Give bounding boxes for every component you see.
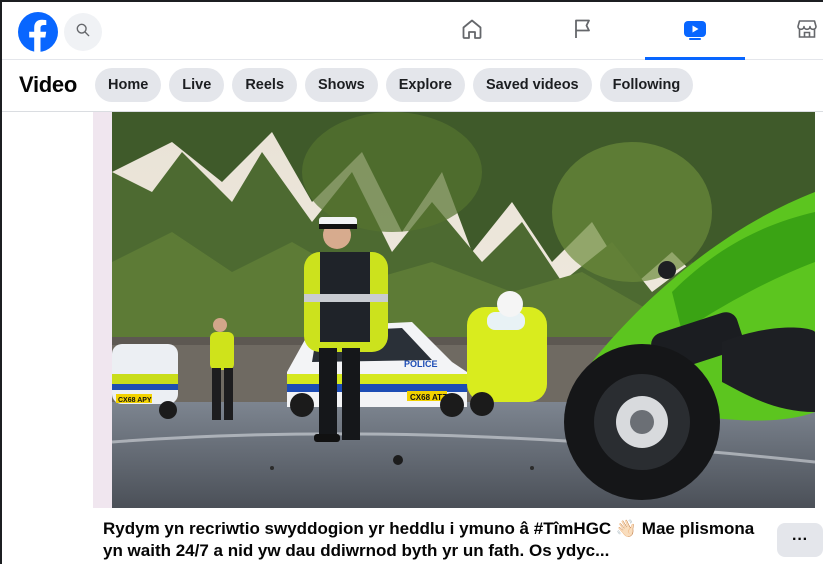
search-button[interactable] xyxy=(64,13,102,51)
home-icon xyxy=(460,17,484,46)
chip-following[interactable]: Following xyxy=(599,68,694,102)
video-icon xyxy=(682,17,708,46)
left-car-plate-text: CX68 APY xyxy=(118,397,152,404)
video-frame[interactable]: CX68 APY POLICE CX68 ATZ xyxy=(112,112,815,508)
page-title: Video xyxy=(19,72,78,97)
chip-live[interactable]: Live xyxy=(169,68,225,102)
flag-icon xyxy=(571,17,595,46)
tab-video[interactable] xyxy=(645,2,745,60)
chip-home[interactable]: Home xyxy=(95,68,162,102)
chip-saved-videos[interactable]: Saved videos xyxy=(472,68,592,102)
top-navigation-bar xyxy=(2,2,823,60)
tab-marketplace[interactable] xyxy=(757,2,823,60)
more-options-button[interactable]: ··· xyxy=(777,523,823,557)
post-caption[interactable]: Rydym yn recriwtio swyddogion yr heddlu … xyxy=(103,518,763,562)
video-still-image: CX68 APY POLICE CX68 ATZ xyxy=(112,112,815,508)
video-filter-chips: Home Live Reels Shows Explore Saved vide… xyxy=(95,68,694,102)
facebook-logo-icon[interactable] xyxy=(18,12,58,52)
chip-explore[interactable]: Explore xyxy=(385,68,465,102)
search-icon xyxy=(76,23,90,42)
video-player[interactable]: CX68 APY POLICE CX68 ATZ xyxy=(93,112,815,508)
tab-pages[interactable] xyxy=(533,2,633,60)
chip-reels[interactable]: Reels xyxy=(232,68,298,102)
police-car-label: POLICE xyxy=(404,359,438,369)
tab-home[interactable] xyxy=(422,2,522,60)
chip-shows[interactable]: Shows xyxy=(305,68,378,102)
marketplace-icon xyxy=(795,17,819,46)
video-section-nav: Video Home Live Reels Shows Explore Save… xyxy=(2,60,823,112)
